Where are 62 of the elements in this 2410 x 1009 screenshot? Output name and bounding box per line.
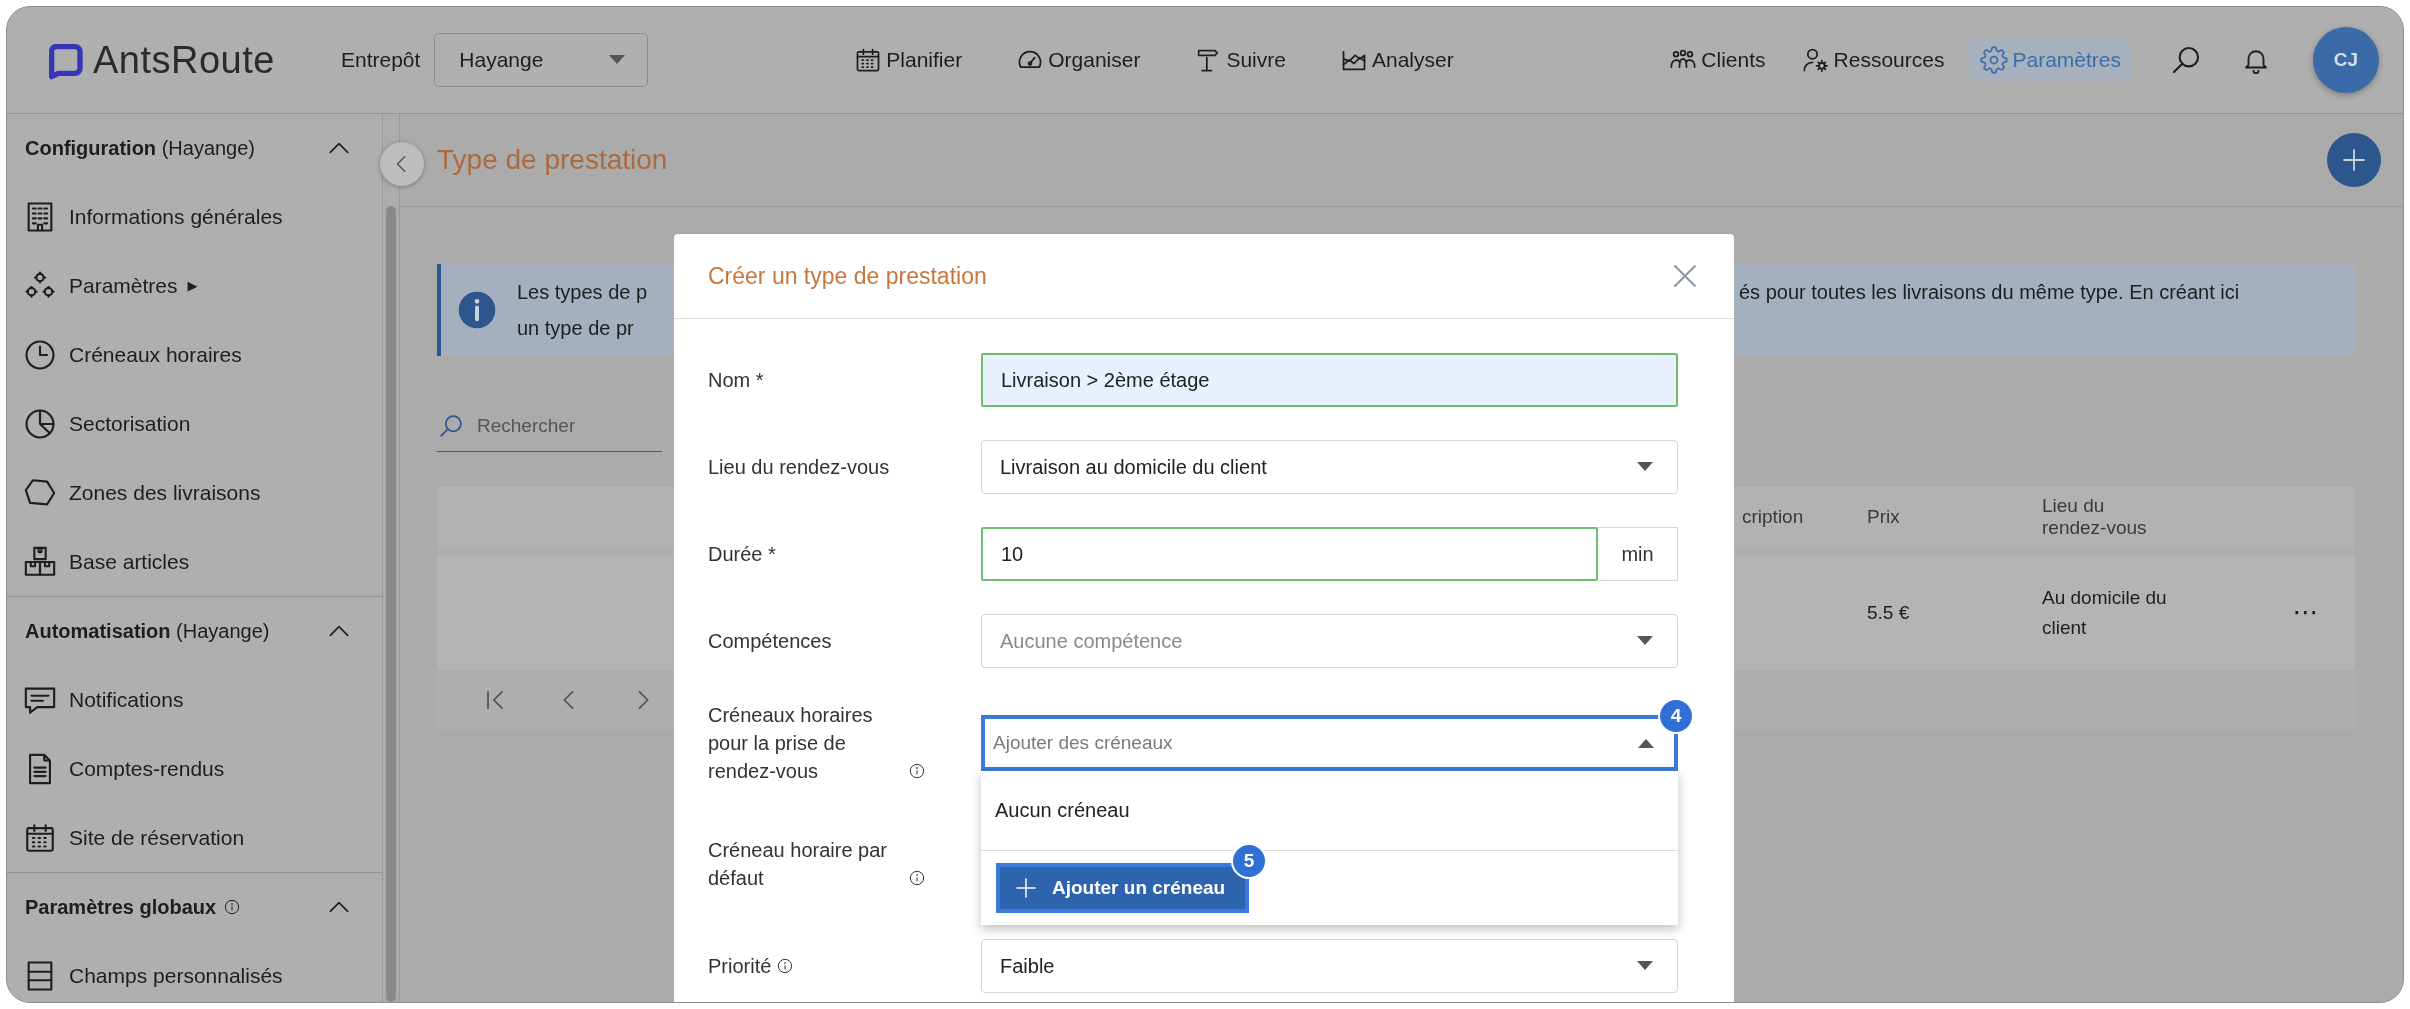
column-header: cription	[1742, 506, 1805, 528]
sidebar-item[interactable]: Comptes-rendus	[69, 756, 225, 781]
step-badge: 4	[1658, 698, 1694, 734]
sidebar-item[interactable]: Créneaux horaires	[69, 342, 242, 367]
nav-tab[interactable]: Planifier	[844, 38, 973, 82]
field-label: Lieu du rendez-vous	[708, 455, 890, 480]
user-gear-icon	[1801, 46, 1830, 74]
gear-icon	[1980, 46, 2009, 74]
caret-icon	[1637, 636, 1653, 646]
plus-icon	[1014, 876, 1038, 900]
sidebar-item[interactable]: Base articles	[69, 549, 190, 574]
dropdown-option[interactable]: Aucun créneau	[981, 771, 1678, 851]
sidebar-item[interactable]: Champs personnalisés	[69, 963, 283, 988]
dialog-title: Créer un type de prestation	[708, 262, 987, 290]
sidebar-item[interactable]: Notifications	[69, 687, 184, 712]
nav-tab[interactable]: Analyser	[1329, 38, 1464, 82]
sidebar-item[interactable]: Zones des livraisons	[69, 480, 261, 505]
warehouse-label: Entrepôt	[340, 48, 421, 72]
banner-text: Les types de p	[517, 280, 649, 304]
field-label: Durée *	[708, 542, 776, 567]
number-input[interactable]: 10	[981, 527, 1598, 581]
search-field[interactable]: Rechercher	[475, 414, 649, 438]
select-field[interactable]: Livraison au domicile du client	[981, 440, 1678, 494]
nav-tab[interactable]: Clients	[1659, 38, 1776, 82]
field-label: Créneaux horaires pour la prise de rendez-vous	[708, 703, 874, 784]
banner-text: és pour toutes les livraisons du même type. En créant ici	[1739, 280, 2241, 304]
select-field[interactable]: Faible	[981, 939, 1678, 993]
add-button[interactable]	[2327, 133, 2381, 187]
column-header: Lieu du rendez-vous	[2042, 495, 2148, 539]
scrollbar[interactable]	[386, 206, 396, 1002]
caret-icon	[1637, 961, 1653, 971]
section-title: Paramètres globaux	[25, 895, 217, 919]
avatar[interactable]: CJ	[2313, 27, 2379, 93]
section-title: Automatisation (Hayange)	[25, 619, 270, 643]
field-label: Priorité	[708, 954, 772, 979]
nav-tab[interactable]: Ressources	[1791, 38, 1955, 82]
text-input[interactable]: Livraison > 2ème étage	[981, 353, 1678, 407]
unit-addon: min	[1598, 527, 1678, 581]
logo-text: AntsRoute	[93, 38, 275, 82]
sidebar-item[interactable]: Site de réservation	[69, 825, 245, 850]
warehouse-select[interactable]: Hayange	[434, 33, 649, 87]
info-icon	[457, 290, 497, 330]
row-menu-button[interactable]: ⋯	[2286, 597, 2325, 628]
page-title: Type de prestation	[437, 144, 668, 176]
search-icon	[437, 412, 465, 440]
sidebar-item[interactable]: Sectorisation	[69, 411, 191, 436]
caret-icon	[609, 55, 626, 65]
submenu-marker: ▶	[187, 278, 198, 293]
sidebar-item[interactable]: Informations générales	[69, 204, 283, 229]
field-label: Nom *	[708, 368, 764, 393]
field-label: Compétences	[708, 629, 832, 654]
nav-tab[interactable]: Organiser	[1006, 38, 1151, 82]
column-header: Prix	[1867, 506, 1901, 528]
field-label: Créneau horaire par défaut	[708, 838, 888, 891]
banner-text: un type de pr	[517, 316, 635, 340]
nav-tab[interactable]: Suivre	[1184, 38, 1296, 82]
table-cell-text: 5.5 €	[1867, 601, 1911, 624]
boxes-icon	[23, 544, 57, 579]
caret-icon	[1637, 462, 1653, 472]
sidebar-item[interactable]: Paramètres	[69, 273, 178, 298]
table-cell-text: Au domicile du client	[2042, 585, 2168, 640]
section-title: Configuration (Hayange)	[25, 136, 256, 160]
